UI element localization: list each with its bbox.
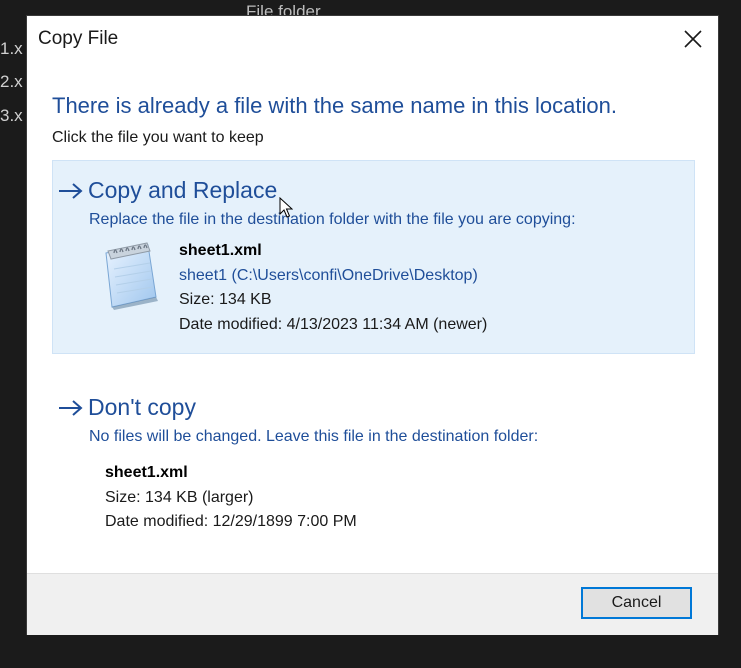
arrow-right-icon xyxy=(59,182,83,199)
title-bar[interactable]: Copy File xyxy=(27,16,718,62)
file-name: sheet1.xml xyxy=(105,464,188,481)
main-instruction: There is already a file with the same na… xyxy=(52,93,617,118)
notepad-file-icon xyxy=(105,242,158,310)
copy-file-dialog: Copy File There is already a file with t… xyxy=(27,16,718,635)
arrow-right-icon xyxy=(59,399,83,416)
option-description: No files will be changed. Leave this fil… xyxy=(89,428,539,445)
background-file-item[interactable]: 1.x xyxy=(0,39,23,59)
file-date-modified: Date modified: 12/29/1899 7:00 PM xyxy=(105,513,357,530)
mouse-pointer-icon xyxy=(279,197,293,218)
option-title: Copy and Replace xyxy=(88,177,278,203)
option-header: Copy and Replace xyxy=(58,177,277,204)
close-button[interactable] xyxy=(668,16,718,62)
file-date-modified: Date modified: 4/13/2023 11:34 AM (newer… xyxy=(179,315,488,333)
destination-file-info: sheet1.xml Size: 134 KB (larger) Date mo… xyxy=(105,461,357,535)
close-icon xyxy=(684,30,702,48)
background-file-item[interactable]: 2.x xyxy=(0,72,23,92)
dialog-footer: Cancel xyxy=(27,573,718,635)
dont-copy-option[interactable]: Don't copy No files will be changed. Lea… xyxy=(52,377,695,530)
dialog-title: Copy File xyxy=(38,28,119,49)
copy-and-replace-option[interactable]: Copy and Replace Replace the file in the… xyxy=(52,160,695,354)
file-path: sheet1 (C:\Users\confi\OneDrive\Desktop) xyxy=(179,266,478,284)
sub-instruction: Click the file you want to keep xyxy=(52,129,264,146)
background-file-item[interactable]: 3.x xyxy=(0,106,23,126)
option-title: Don't copy xyxy=(88,394,196,420)
option-description: Replace the file in the destination fold… xyxy=(89,211,576,228)
cancel-button[interactable]: Cancel xyxy=(581,587,692,619)
file-size: Size: 134 KB xyxy=(179,291,272,308)
source-file-info: sheet1.xml sheet1 (C:\Users\confi\OneDri… xyxy=(179,239,487,337)
file-name: sheet1.xml xyxy=(179,242,262,259)
file-size: Size: 134 KB (larger) xyxy=(105,488,254,506)
option-header: Don't copy xyxy=(58,394,196,421)
